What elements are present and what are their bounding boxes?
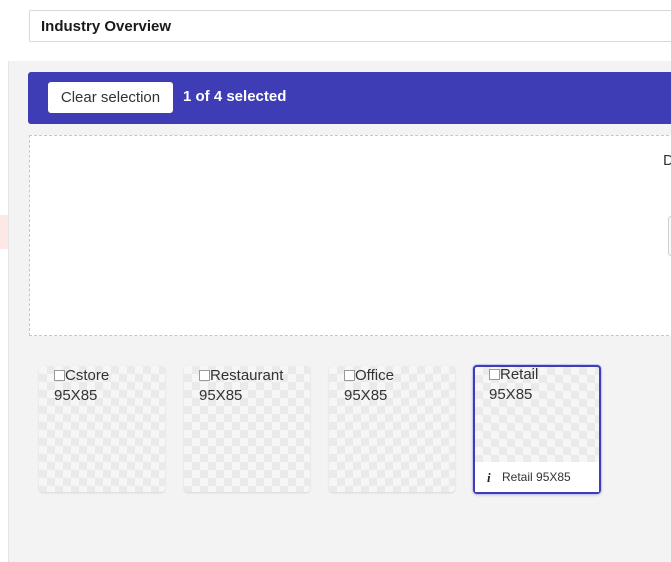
selection-count: 1 of 4 selected xyxy=(183,88,287,105)
image-alt-size: 95X85 xyxy=(199,387,243,404)
tile-caption-text: Retail 95X85 xyxy=(502,470,571,484)
title-field[interactable]: Industry Overview xyxy=(29,10,671,42)
page-title: Industry Overview xyxy=(41,18,172,35)
image-placeholder: Restaurant 95X85 xyxy=(199,366,283,406)
image-alt-size: 95X85 xyxy=(54,387,98,404)
image-tile-retail[interactable]: Retail 95X85 i Retail 95X85 xyxy=(473,365,601,494)
broken-image-icon xyxy=(199,370,210,381)
broken-image-icon xyxy=(54,370,65,381)
image-placeholder: Retail 95X85 xyxy=(489,365,538,405)
image-alt-size: 95X85 xyxy=(489,386,533,403)
image-placeholder: Cstore 95X85 xyxy=(54,366,109,406)
image-alt-size: 95X85 xyxy=(344,387,388,404)
image-tile-cstore[interactable]: Cstore 95X85 xyxy=(39,366,165,492)
image-tile-restaurant[interactable]: Restaurant 95X85 xyxy=(184,366,310,492)
image-tile-office[interactable]: Office 95X85 xyxy=(329,366,455,492)
image-placeholder: Office 95X85 xyxy=(344,366,394,406)
side-tab xyxy=(0,215,8,249)
broken-image-icon xyxy=(344,370,355,381)
dropzone-label: D xyxy=(663,152,671,169)
clear-selection-button[interactable]: Clear selection xyxy=(48,82,173,113)
tile-caption: i Retail 95X85 xyxy=(475,462,599,492)
image-alt-name: Retail xyxy=(500,366,539,383)
broken-image-icon xyxy=(489,369,500,380)
image-alt-name: Cstore xyxy=(65,367,110,384)
dropzone[interactable]: D xyxy=(29,135,671,336)
image-alt-name: Restaurant xyxy=(210,367,284,384)
info-icon[interactable]: i xyxy=(487,470,491,486)
selection-bar: Clear selection 1 of 4 selected xyxy=(28,72,671,124)
image-alt-name: Office xyxy=(355,367,394,384)
